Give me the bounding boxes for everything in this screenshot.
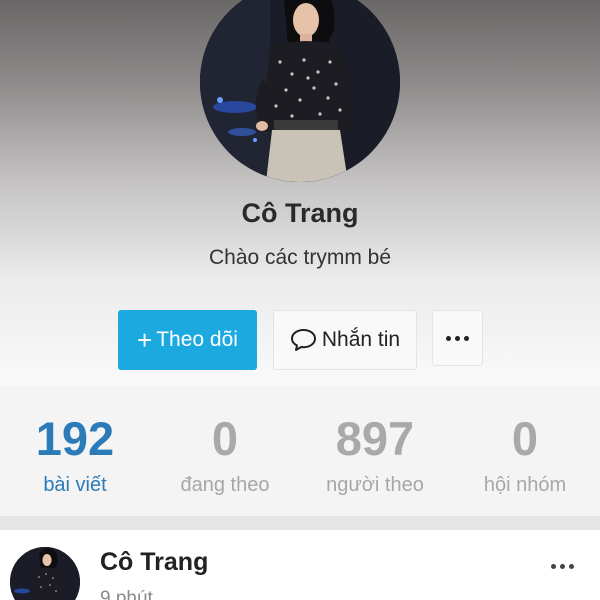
more-dots-icon [550,563,574,569]
stat-following[interactable]: 0 đang theo [150,386,300,516]
post-more-button[interactable] [544,556,580,576]
profile-stats: 192 bài viết 0 đang theo 897 người theo … [0,386,600,516]
message-button[interactable]: Nhắn tin [273,310,417,370]
profile-bio: Chào các trymm bé [208,246,392,269]
more-options-button[interactable] [432,310,483,366]
avatar-photo [200,0,400,182]
profile-page: Cô Trang Chào các trymm bé + Theo dõi Nh… [0,0,600,600]
avatar-photo [10,547,80,600]
profile-header: Cô Trang Chào các trymm bé + Theo dõi Nh… [0,0,600,386]
speech-bubble-icon [290,329,316,351]
post-timestamp: 9 phút [100,588,153,600]
more-dots-icon [446,335,469,341]
stat-label: bài viết [43,474,107,496]
profile-name: Cô Trang [241,198,359,228]
stat-posts[interactable]: 192 bài viết [0,386,150,516]
post-card: Cô Trang 9 phút [0,530,600,600]
stat-value: 0 [511,412,539,465]
profile-avatar[interactable] [200,0,400,182]
section-divider [0,516,600,530]
stat-value: 0 [211,412,239,465]
post-author-name[interactable]: Cô Trang [100,548,208,577]
post-author-avatar[interactable] [10,547,80,600]
message-label: Nhắn tin [321,328,401,351]
follow-label: Theo dõi [156,328,238,351]
stat-label: hội nhóm [483,474,567,496]
follow-button[interactable]: + Theo dõi [118,310,257,370]
stat-label: đang theo [180,474,270,496]
stat-value: 192 [35,412,115,465]
stat-label: người theo [326,474,424,496]
stat-value: 897 [335,412,415,465]
stat-groups[interactable]: 0 hội nhóm [450,386,600,516]
stat-followers[interactable]: 897 người theo [300,386,450,516]
plus-icon: + [137,325,153,355]
